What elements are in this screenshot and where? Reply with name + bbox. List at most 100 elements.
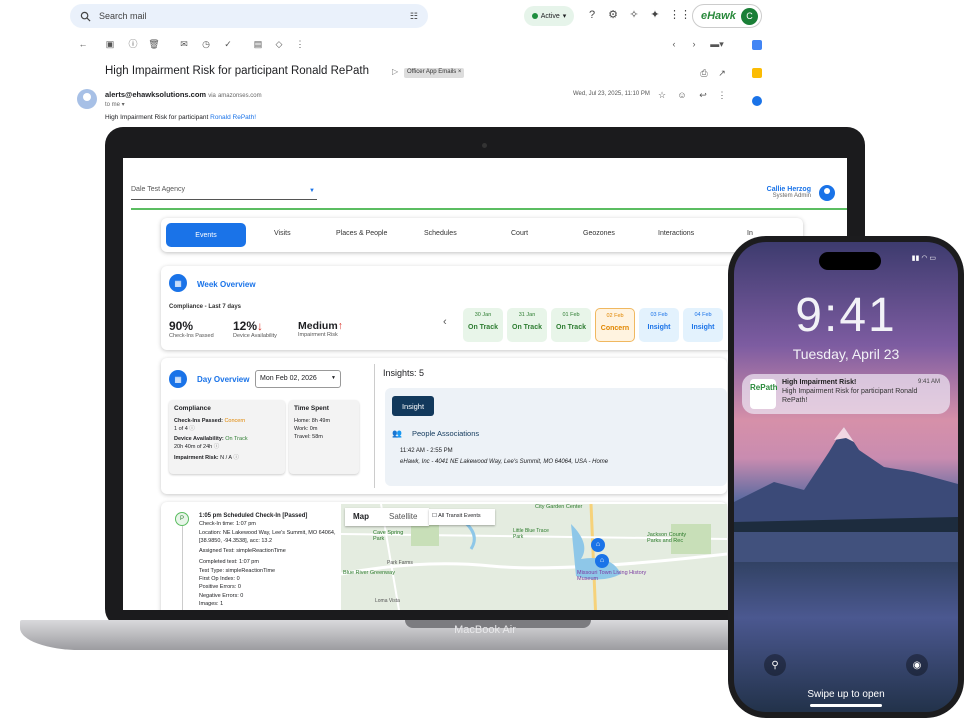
search-bar[interactable]: Search mail ☷ [70,4,428,28]
info-icon[interactable]: ⓘ [233,455,239,461]
day-status: On Track [468,324,498,331]
apps-grid-icon[interactable]: ⋮⋮ [669,8,691,22]
tab-court[interactable]: Court [511,230,528,237]
label-icon[interactable]: ◇ [273,38,285,50]
device-label: Device Availability: [174,436,226,442]
time-work: Work: 0m [294,426,318,432]
map-label: Loma Vista [375,598,400,604]
sparkle-icon[interactable]: ✧ [627,8,641,22]
tab-bar: Events Visits Places & People Schedules … [161,218,803,252]
status-button[interactable]: Active ▾ [524,6,574,26]
week-overview-card: ▦ Week Overview Compliance - Last 7 days… [161,266,761,350]
tab-visits[interactable]: Visits [274,230,291,237]
transit-toggle[interactable]: ☐ All Transit Events [429,509,495,525]
stat-value: 12% [233,319,258,333]
account-button[interactable]: eHawk C [692,4,762,28]
day-chip[interactable]: 03 Feb Insight [639,308,679,342]
reply-icon[interactable]: ↩ [697,89,709,101]
keep-icon[interactable] [752,68,762,78]
tab-places-people[interactable]: Places & People [336,230,387,237]
stat-label: Device Availability [233,333,277,339]
report-icon[interactable]: ⓘ [127,38,139,50]
date-value: Mon Feb 02, 2026 [260,375,317,382]
event-completed: Completed test: 1:07 pm [199,559,259,566]
user-info: Callie Herzog System Admin [767,186,811,199]
tab-events[interactable]: Events [166,223,246,247]
satellite-tab[interactable]: Satellite [389,512,417,521]
event-test-type: Test Type: simpleReactionTime [199,567,276,574]
filter-icon[interactable]: ☷ [410,11,418,22]
stat-value: 90% [169,319,194,333]
day-chip[interactable]: 31 Jan On Track [507,308,547,342]
tab-geozones[interactable]: Geozones [583,230,615,237]
tasks-icon[interactable] [752,96,762,106]
camera-icon[interactable]: ◉ [906,654,928,676]
insights-title: Insights: 5 [383,368,425,378]
body-text: High Impairment Risk for participant [105,114,211,121]
help-icon[interactable]: ? [585,8,599,22]
open-new-window-icon[interactable]: ↗ [716,67,728,79]
keyboard-icon[interactable]: ▬▾ [708,38,726,50]
home-marker-icon[interactable]: ⌂ [591,538,605,552]
agency-select[interactable]: Dale Test Agency ▼ [131,186,317,200]
event-images: Images: 1 [199,600,224,607]
label-chip[interactable]: Officer App Emails × [404,68,465,78]
print-icon[interactable]: ⎙ [698,67,710,79]
prev-icon[interactable]: ‹ [668,38,680,50]
important-icon[interactable]: ▷ [392,67,398,76]
home-indicator[interactable] [810,704,882,707]
notification[interactable]: RePath High Impairment Risk! 9:41 AM Hig… [742,374,950,414]
email-date: Wed, Jul 23, 2025, 11:10 PM [573,91,650,97]
back-arrow-icon[interactable]: ← [77,38,89,50]
dynamic-island [819,252,881,270]
sender-email: alerts@ehawksolutions.com [105,90,207,99]
day-chip[interactable]: 30 Jan On Track [463,308,503,342]
search-input[interactable]: Search mail [99,11,410,21]
gear-icon[interactable]: ⚙ [606,8,620,22]
body-link[interactable]: Ronald RePath! [210,114,256,121]
more-vert-icon[interactable]: ⋮ [294,38,306,50]
flashlight-icon[interactable]: ⚲ [764,654,786,676]
move-icon[interactable]: ▤ [252,38,264,50]
more-vert-icon[interactable]: ⋮ [716,89,728,101]
task-icon[interactable]: ✓ [222,38,234,50]
event-location: Location: NE Lakewood Way, Lee's Summit,… [199,529,336,544]
user-avatar-icon[interactable] [819,185,835,201]
emoji-icon[interactable]: ☺ [676,89,688,101]
prev-week-icon[interactable]: ‹ [443,316,447,328]
calendar-icon[interactable] [752,40,762,50]
passed-check-icon: P [175,512,189,526]
map-tab[interactable]: Map [353,512,369,521]
date-select[interactable]: Mon Feb 02, 2026 ▼ [255,370,341,388]
down-arrow-icon: ↓ [257,319,264,333]
star-icon[interactable]: ☆ [656,89,668,101]
map-label: Little Blue Trace Park [513,528,549,540]
next-icon[interactable]: › [688,38,700,50]
day-chip-selected[interactable]: 02 Feb Concern [595,308,635,342]
home-marker-icon[interactable]: ⌂ [595,554,609,568]
up-arrow-icon: ↑ [337,320,343,332]
to-me-dropdown[interactable]: to me ▾ [105,101,125,108]
archive-icon[interactable]: ▣ [104,38,116,50]
day-chip[interactable]: 04 Feb Insight [683,308,723,342]
event-negative: Negative Errors: 0 [199,592,244,599]
stat-risk: Medium↑ Impairment Risk [298,319,343,338]
tab-interactions[interactable]: Interactions [658,230,694,237]
tab-schedules[interactable]: Schedules [424,230,457,237]
transit-label: All Transit Events [438,513,481,519]
tab-more[interactable]: In [747,230,753,237]
time-title: Time Spent [294,405,329,412]
compliance-title: Compliance [174,405,211,412]
info-icon[interactable]: ⓘ [214,444,220,450]
via-domain: amazonses.com [217,93,262,99]
info-icon[interactable]: ⓘ [189,426,195,432]
delete-icon[interactable]: 🗑 [148,38,160,50]
snooze-icon[interactable]: ◷ [200,38,212,50]
mail-icon[interactable]: ✉ [178,38,190,50]
gemini-icon[interactable]: ✦ [648,8,662,22]
map-view[interactable]: Map Satellite ☐ All Transit Events City … [341,504,727,610]
lock-screen: ▮▮ ◠ ▭ 9:41 Tuesday, April 23 RePath Hig… [734,242,958,712]
day-chip[interactable]: 01 Feb On Track [551,308,591,342]
insight-button[interactable]: Insight [392,396,434,416]
map-label: City Garden Center [535,504,583,510]
